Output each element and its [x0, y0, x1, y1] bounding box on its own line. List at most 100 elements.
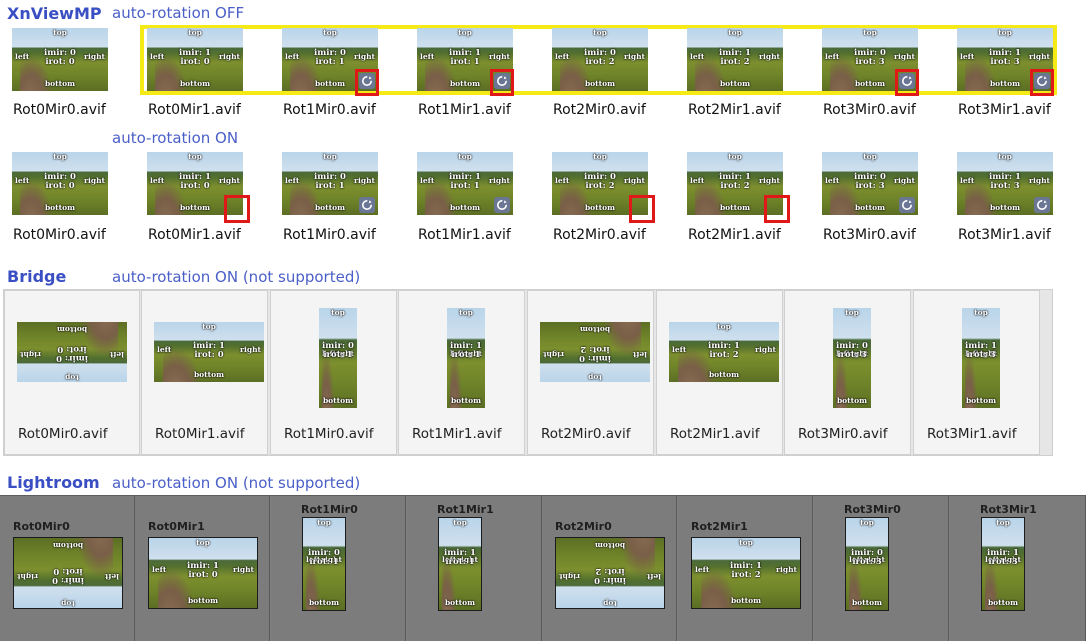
label-top: top [996, 518, 1010, 527]
thumbnail-photo[interactable]: top left right imir: 0 irot: 0 bottom [14, 538, 122, 608]
label-irot: irot: 2 [720, 181, 750, 192]
filename-label[interactable]: Rot0Mir1.avif [148, 227, 241, 243]
label-bottom: bottom [44, 203, 76, 212]
label-bottom: bottom [52, 541, 84, 550]
filename-label[interactable]: Rot1Mir0.avif [283, 227, 376, 243]
thumbnail-photo[interactable]: top left right imir: 0 irot: 2 bottom [556, 538, 664, 608]
filename-label[interactable]: Rot1Mir1.avif [418, 227, 511, 243]
filename-label[interactable]: Rot0Mir1.avif [148, 102, 241, 118]
thumbnail-photo[interactable]: top left right imir: 0 irot: 0 bottom [17, 322, 127, 382]
label-irot: irot: 0 [194, 350, 224, 361]
lightroom-filename: Rot3Mir0 [844, 503, 901, 516]
label-irot: irot: 1 [450, 57, 480, 68]
bridge-title: Bridge [7, 267, 67, 286]
lightroom-filename: Rot2Mir0 [555, 520, 612, 533]
rotate-icon [899, 197, 915, 213]
bridge-note: auto-rotation ON (not supported) [112, 268, 361, 286]
thumbnail-photo[interactable]: top left right imir: 0 irot: 0 bottom [12, 152, 108, 215]
label-top: top [863, 28, 877, 37]
thumbnail-photo[interactable]: top left right imir: 1 irot: 0 bottom [147, 28, 243, 91]
thumbnail-photo[interactable]: top left right imir: 1 irot: 3 bottom [962, 308, 1000, 408]
label-irot: irot: 2 [585, 181, 615, 192]
lightroom-filename: Rot3Mir1 [980, 503, 1037, 516]
filename-label[interactable]: Rot0Mir1.avif [155, 426, 245, 442]
thumbnail-photo[interactable]: top left right imir: 0 irot: 2 bottom [540, 322, 650, 382]
label-irot: irot: 2 [720, 57, 750, 68]
label-irot: irot: 0 [45, 181, 75, 192]
thumbnail-photo[interactable]: top left right imir: 0 irot: 3 bottom [833, 308, 871, 408]
label-irot: irot: 3 [855, 181, 885, 192]
label-orientation-values: imir: 1 irot: 1 [447, 342, 485, 360]
thumbnail-photo[interactable]: top left right imir: 1 irot: 2 bottom [669, 322, 779, 382]
filename-label[interactable]: Rot3Mir1.avif [958, 227, 1051, 243]
thumbnail-photo[interactable]: top left right imir: 0 irot: 1 bottom [303, 518, 345, 610]
filename-label[interactable]: Rot2Mir0.avif [541, 426, 631, 442]
label-top: top [739, 538, 753, 547]
lightroom-filename: Rot0Mir1 [148, 520, 205, 533]
thumbnail-photo[interactable]: top left right imir: 0 irot: 1 bottom [319, 308, 357, 408]
label-orientation-values: imir: 1 irot: 0 [147, 49, 243, 67]
label-orientation-values: imir: 1 irot: 3 [957, 49, 1053, 67]
thumbnail-photo[interactable]: top left right imir: 1 irot: 2 bottom [692, 538, 800, 608]
thumbnail-photo[interactable]: top left right imir: 0 irot: 3 bottom [846, 518, 888, 610]
filename-label[interactable]: Rot1Mir1.avif [418, 102, 511, 118]
rotate-icon [494, 197, 510, 213]
thumbnail-photo[interactable]: top left right imir: 1 irot: 0 bottom [154, 322, 264, 382]
label-irot: irot: 2 [580, 343, 610, 354]
label-irot: irot: 1 [323, 350, 353, 360]
lightroom-filename: Rot1Mir0 [301, 503, 358, 516]
highlight-red-box [355, 69, 379, 96]
filename-label[interactable]: Rot1Mir0.avif [283, 102, 376, 118]
thumbnail-photo[interactable]: top left right imir: 1 irot: 2 bottom [687, 28, 783, 91]
highlight-red-box [895, 69, 919, 96]
filename-label[interactable]: Rot2Mir0.avif [553, 102, 646, 118]
label-top: top [458, 152, 472, 161]
filename-label[interactable]: Rot0Mir0.avif [18, 426, 108, 442]
label-orientation-values: imir: 1 irot: 1 [417, 173, 513, 191]
label-orientation-values: imir: 1 irot: 2 [692, 561, 800, 580]
filename-label[interactable]: Rot3Mir1.avif [927, 426, 1017, 442]
label-imir: imir: 0 [52, 575, 84, 586]
label-top: top [331, 308, 345, 317]
label-bottom: bottom [308, 598, 340, 607]
thumbnail-photo[interactable]: top left right imir: 1 irot: 3 bottom [982, 518, 1024, 610]
label-top: top [323, 152, 337, 161]
label-orientation-values: imir: 0 irot: 3 [833, 342, 871, 360]
filename-label[interactable]: Rot0Mir0.avif [13, 227, 106, 243]
label-top: top [593, 152, 607, 161]
label-bottom: bottom [450, 396, 482, 405]
thumbnail-photo[interactable]: top left right imir: 1 irot: 1 bottom [447, 308, 485, 408]
filename-label[interactable]: Rot1Mir1.avif [412, 426, 502, 442]
label-orientation-values: imir: 0 irot: 1 [303, 549, 345, 567]
label-top: top [453, 518, 467, 527]
label-irot: irot: 3 [966, 350, 996, 360]
filename-label[interactable]: Rot2Mir1.avif [670, 426, 760, 442]
thumbnail-photo[interactable]: top left right imir: 0 irot: 0 bottom [12, 28, 108, 91]
lightroom-filename: Rot0Mir0 [13, 520, 70, 533]
filename-label[interactable]: Rot3Mir1.avif [958, 102, 1051, 118]
thumbnail-photo[interactable]: top left right imir: 1 irot: 0 bottom [149, 538, 257, 608]
filename-label[interactable]: Rot2Mir1.avif [688, 102, 781, 118]
label-irot: irot: 3 [990, 181, 1020, 192]
label-irot: irot: 1 [309, 557, 339, 568]
filename-label[interactable]: Rot0Mir0.avif [13, 102, 106, 118]
filename-label[interactable]: Rot2Mir1.avif [688, 227, 781, 243]
label-bottom: bottom [579, 325, 611, 334]
label-bottom: bottom [44, 79, 76, 88]
filename-label[interactable]: Rot3Mir0.avif [798, 426, 888, 442]
label-top: top [317, 518, 331, 527]
filename-label[interactable]: Rot3Mir0.avif [823, 227, 916, 243]
label-bottom: bottom [322, 396, 354, 405]
label-orientation-values: imir: 1 irot: 0 [154, 342, 264, 360]
rotate-icon [359, 197, 375, 213]
label-bottom: bottom [719, 79, 751, 88]
thumbnail-photo[interactable]: top left right imir: 0 irot: 2 bottom [552, 28, 648, 91]
label-orientation-values: imir: 1 irot: 3 [982, 549, 1024, 567]
filename-label[interactable]: Rot1Mir0.avif [284, 426, 374, 442]
filename-label[interactable]: Rot2Mir0.avif [553, 227, 646, 243]
filename-label[interactable]: Rot3Mir0.avif [823, 102, 916, 118]
thumbnail-photo[interactable]: top left right imir: 1 irot: 1 bottom [439, 518, 481, 610]
label-top: top [603, 599, 617, 608]
label-bottom: bottom [444, 598, 476, 607]
label-orientation-values: imir: 1 irot: 1 [417, 49, 513, 67]
